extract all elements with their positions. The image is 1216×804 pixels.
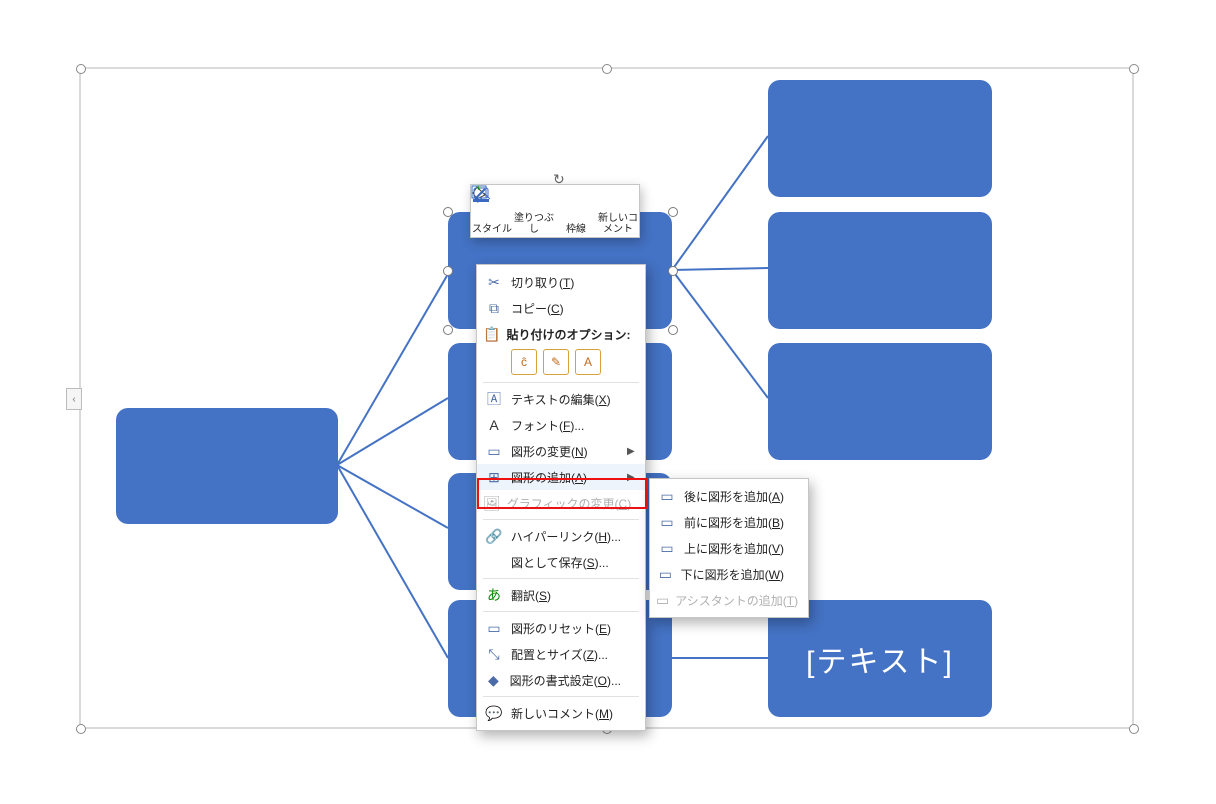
menu-size-pos-label: 配置とサイズ(Z)... — [505, 646, 639, 663]
smartart-node-l3-a[interactable] — [768, 80, 992, 197]
menu-change-graphic-label: グラフィックの変更(C) — [501, 495, 649, 512]
menu-new-comment-label: 新しいコメント(M) — [505, 705, 639, 722]
submenu-add-assistant-label: アシスタントの追加(T) — [669, 592, 816, 609]
new-comment-icon: 💬 — [483, 705, 505, 722]
menu-edit-text-label: テキストの編集(X) — [505, 391, 639, 408]
menu-link[interactable]: 🔗 ハイパーリンク(H)... — [477, 523, 645, 549]
smartart-text-pane-toggle[interactable]: ‹ — [66, 388, 82, 410]
selection-handle-nw[interactable] — [76, 64, 86, 74]
menu-translate-label: 翻訳(S) — [505, 587, 639, 604]
selection-handle-se[interactable] — [1129, 724, 1139, 734]
node-placeholder: [テキスト] — [806, 637, 954, 681]
menu-change-graphic: 🖼 グラフィックの変更(C) ▶ — [477, 490, 645, 516]
selection-handle-n[interactable] — [602, 64, 612, 74]
reset-shape-icon: ▭ — [483, 620, 505, 637]
mini-toolbar: スタイル 塗りつぶし 枠線 + 新しいコメント — [470, 184, 640, 238]
menu-new-comment[interactable]: 💬 新しいコメント(M) — [477, 700, 645, 726]
menu-add-shape-label: 図形の追加(A) — [505, 469, 627, 486]
copy-icon: ⧉ — [483, 300, 505, 317]
menu-link-label: ハイパーリンク(H)... — [505, 528, 639, 545]
menu-size-position[interactable]: ⤡ 配置とサイズ(Z)... — [477, 641, 645, 667]
submenu-add-above[interactable]: ▭ 上に図形を追加(V) — [650, 535, 808, 561]
menu-paste-header: 📋 貼り付けのオプション: — [477, 321, 645, 347]
menu-change-shape[interactable]: ▭ 図形の変更(N) ▶ — [477, 438, 645, 464]
menu-save-pic-label: 図として保存(S)... — [505, 554, 639, 571]
menu-paste-header-label: 貼り付けのオプション: — [500, 326, 648, 343]
paste-icon: 📋 — [483, 326, 500, 343]
menu-font[interactable]: A フォント(F)... — [477, 412, 645, 438]
submenu-add-after-label: 後に図形を追加(A) — [678, 488, 802, 505]
edit-text-icon: 🄰 — [483, 389, 505, 409]
add-above-icon: ▭ — [656, 540, 678, 557]
submenu-add-assistant: ▭ アシスタントの追加(T) — [650, 587, 808, 613]
paste-option-1[interactable]: ĉ — [511, 349, 537, 375]
translate-icon: あ — [483, 585, 505, 605]
menu-change-shape-label: 図形の変更(N) — [505, 443, 627, 460]
menu-format-shape-label: 図形の書式設定(O)... — [504, 672, 639, 689]
smartart-node-root[interactable] — [116, 408, 338, 524]
format-shape-icon: ◆ — [483, 672, 504, 689]
selection-handle-sw[interactable] — [76, 724, 86, 734]
mini-new-comment-button[interactable]: + 新しいコメント — [597, 185, 639, 237]
paste-option-2[interactable]: ✎ — [543, 349, 569, 375]
chevron-right-icon: ▶ — [627, 472, 639, 483]
menu-translate[interactable]: あ 翻訳(S) — [477, 582, 645, 608]
cut-icon: ✂ — [483, 274, 505, 291]
paste-options: ĉ ✎ A — [477, 347, 645, 379]
mini-style-label: スタイル — [472, 224, 512, 235]
add-shape-submenu: ▭ 後に図形を追加(A) ▭ 前に図形を追加(B) ▭ 上に図形を追加(V) ▭… — [649, 478, 809, 618]
mini-comment-label: 新しいコメント — [597, 213, 639, 235]
menu-cut-label: 切り取り(T) — [505, 274, 639, 291]
add-below-icon: ▭ — [656, 566, 675, 583]
mini-outline-button[interactable]: 枠線 — [555, 185, 597, 237]
font-icon: A — [483, 417, 505, 433]
submenu-add-below-label: 下に図形を追加(W) — [675, 566, 802, 583]
menu-copy[interactable]: ⧉ コピー(C) — [477, 295, 645, 321]
change-shape-icon: ▭ — [483, 443, 505, 460]
add-after-icon: ▭ — [656, 488, 678, 505]
size-pos-icon: ⤡ — [483, 646, 505, 663]
mini-style-button[interactable]: スタイル — [471, 185, 513, 237]
menu-copy-label: コピー(C) — [505, 300, 639, 317]
submenu-add-before[interactable]: ▭ 前に図形を追加(B) — [650, 509, 808, 535]
selection-handle-ne[interactable] — [1129, 64, 1139, 74]
link-icon: 🔗 — [483, 528, 505, 545]
smartart-node-l3-c[interactable] — [768, 343, 992, 460]
change-graphic-icon: 🖼 — [483, 495, 501, 512]
add-before-icon: ▭ — [656, 514, 678, 531]
menu-reset-shape[interactable]: ▭ 図形のリセット(E) — [477, 615, 645, 641]
context-menu: ✂ 切り取り(T) ⧉ コピー(C) 📋 貼り付けのオプション: ĉ ✎ A 🄰… — [476, 264, 646, 731]
menu-save-as-picture[interactable]: 図として保存(S)... — [477, 549, 645, 575]
mini-outline-label: 枠線 — [566, 224, 586, 235]
paste-option-3[interactable]: A — [575, 349, 601, 375]
menu-edit-text[interactable]: 🄰 テキストの編集(X) — [477, 386, 645, 412]
menu-format-shape[interactable]: ◆ 図形の書式設定(O)... — [477, 667, 645, 693]
submenu-add-below[interactable]: ▭ 下に図形を追加(W) — [650, 561, 808, 587]
menu-add-shape[interactable]: ⊞ 図形の追加(A) ▶ — [477, 464, 645, 490]
submenu-add-above-label: 上に図形を追加(V) — [678, 540, 802, 557]
chevron-right-icon: ▶ — [627, 446, 639, 457]
add-assistant-icon: ▭ — [656, 592, 669, 609]
menu-cut[interactable]: ✂ 切り取り(T) — [477, 269, 645, 295]
mini-fill-label: 塗りつぶし — [513, 213, 555, 235]
menu-reset-shape-label: 図形のリセット(E) — [505, 620, 639, 637]
add-shape-icon: ⊞ — [483, 469, 505, 486]
submenu-add-after[interactable]: ▭ 後に図形を追加(A) — [650, 483, 808, 509]
smartart-node-l3-b[interactable] — [768, 212, 992, 329]
mini-fill-button[interactable]: 塗りつぶし — [513, 185, 555, 237]
menu-font-label: フォント(F)... — [505, 417, 639, 434]
submenu-add-before-label: 前に図形を追加(B) — [678, 514, 802, 531]
